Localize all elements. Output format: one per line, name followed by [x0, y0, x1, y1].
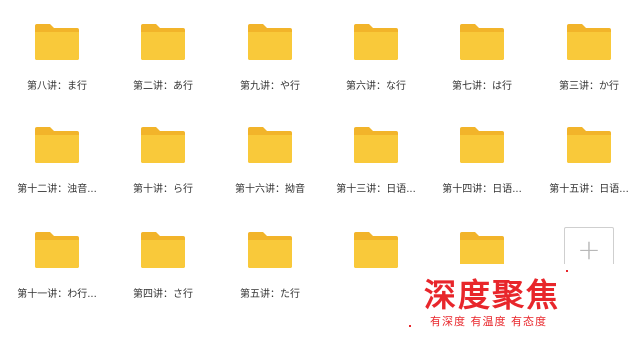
folder-item[interactable]: 第十五讲：日语...	[536, 125, 640, 225]
folder-label: 第十一讲：わ行...	[17, 289, 97, 300]
folder-icon	[139, 125, 187, 165]
folder-item[interactable]: 第八讲：ま行	[4, 22, 110, 122]
folder-icon	[458, 125, 506, 165]
folder-item[interactable]: 第十四讲：日语...	[429, 125, 535, 225]
folder-icon	[139, 22, 187, 62]
folder-item[interactable]: 第十三讲：日语...	[323, 125, 429, 225]
folder-icon	[33, 22, 81, 62]
folder-label: 第六讲：な行	[346, 81, 406, 92]
folder-label: 第四讲：さ行	[133, 289, 193, 300]
folder-label: 第九讲：や行	[240, 81, 300, 92]
folder-item[interactable]: 第四讲：さ行	[110, 230, 216, 330]
folder-icon	[246, 22, 294, 62]
folder-icon	[352, 22, 400, 62]
folder-item[interactable]: 第十二讲：浊音...	[4, 125, 110, 225]
decorative-dot	[409, 325, 411, 327]
folder-label: 第十五讲：日语...	[549, 184, 629, 195]
folder-label: 第七讲：は行	[452, 81, 512, 92]
folder-item[interactable]: 第十讲：ら行	[110, 125, 216, 225]
folder-item[interactable]: 第六讲：な行	[323, 22, 429, 122]
folder-label: 第十二讲：浊音...	[17, 184, 97, 195]
folder-label: 第二讲：あ行	[133, 81, 193, 92]
watermark-subtitle: 有深度 有温度 有态度	[430, 315, 547, 328]
folder-icon	[33, 125, 81, 165]
folder-label: 第五讲：た行	[240, 289, 300, 300]
decorative-dot	[566, 270, 568, 272]
folder-item[interactable]: 第五讲：た行	[217, 230, 323, 330]
folder-item[interactable]: 第二讲：あ行	[110, 22, 216, 122]
folder-label: 第十讲：ら行	[133, 184, 193, 195]
folder-icon	[33, 230, 81, 270]
folder-icon	[458, 22, 506, 62]
folder-label: 第十六讲：拗音	[235, 184, 305, 195]
folder-icon	[565, 125, 613, 165]
folder-icon	[565, 22, 613, 62]
folder-icon	[352, 230, 400, 270]
plus-icon: +	[577, 233, 601, 266]
folder-icon	[139, 230, 187, 270]
folder-label: 第八讲：ま行	[27, 81, 87, 92]
folder-item[interactable]: 第十六讲：拗音	[217, 125, 323, 225]
folder-item[interactable]: 第七讲：は行	[429, 22, 535, 122]
folder-icon	[246, 125, 294, 165]
folder-icon	[352, 125, 400, 165]
folder-item[interactable]: 第九讲：や行	[217, 22, 323, 122]
folder-label: 第十四讲：日语...	[442, 184, 522, 195]
watermark-title: 深度聚焦	[424, 276, 561, 314]
folder-label: 第十三讲：日语...	[336, 184, 416, 195]
folder-label: 第三讲：か行	[559, 81, 619, 92]
folder-item[interactable]: 第十一讲：わ行...	[4, 230, 110, 330]
folder-item[interactable]: 第三讲：か行	[536, 22, 640, 122]
folder-icon	[246, 230, 294, 270]
